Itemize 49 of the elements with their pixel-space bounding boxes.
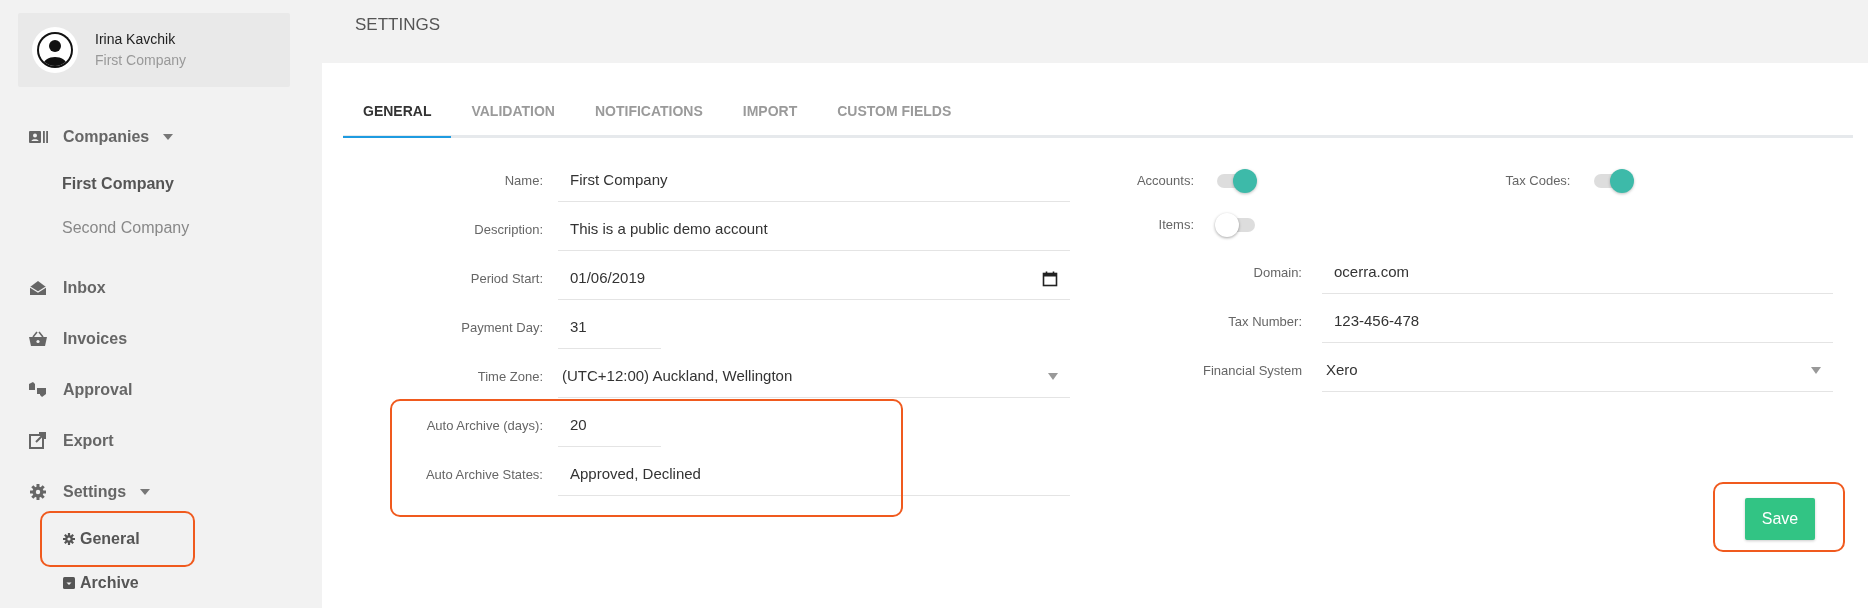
toggle-label: Items: <box>1157 216 1194 235</box>
input-field[interactable]: 01/06/2019 <box>558 258 1070 300</box>
toggle-label: Tax Codes: <box>1504 172 1571 191</box>
toggle-switch[interactable] <box>1215 213 1257 237</box>
field-label: Description: <box>473 221 544 240</box>
envelope-icon <box>28 278 48 297</box>
calendar-icon <box>1042 270 1058 287</box>
gear-icon <box>62 532 76 546</box>
sidebar-item[interactable]: Invoices <box>0 313 322 364</box>
sidebar-item[interactable]: Companies <box>0 111 322 162</box>
user-name: Irina Kavchik <box>95 30 177 49</box>
avatar-icon <box>31 26 79 74</box>
dropdown-caret-icon <box>1048 373 1058 380</box>
basket-icon <box>28 329 48 348</box>
field-label: Domain: <box>1252 264 1303 283</box>
thumbs-icon <box>28 380 48 399</box>
field-label: Auto Archive States: <box>424 466 544 485</box>
input-field[interactable]: 31 <box>558 307 661 349</box>
toggle-label: Accounts: <box>1135 172 1194 191</box>
field-label: Auto Archive (days): <box>425 417 544 436</box>
input-field[interactable]: This is a public demo account <box>558 209 1070 251</box>
external-link-icon <box>28 431 48 450</box>
field-label: Tax Number: <box>1227 313 1303 332</box>
gear-icon <box>28 482 48 501</box>
input-field[interactable]: First Company <box>558 160 1070 202</box>
sidebar-subitem[interactable]: First Company <box>62 172 174 196</box>
tab[interactable]: GENERAL <box>343 87 452 138</box>
input-field[interactable]: (UTC+12:00) Auckland, Wellington <box>558 356 1070 398</box>
sidebar-subitem[interactable]: General <box>62 527 140 551</box>
toggle-switch[interactable] <box>1215 169 1257 193</box>
field-label: Financial System <box>1202 362 1303 381</box>
field-label: Period Start: <box>469 270 544 289</box>
input-field[interactable]: Approved, Declined <box>558 454 1070 496</box>
sidebar-item[interactable]: Inbox <box>0 262 322 313</box>
field-label: Time Zone: <box>476 368 544 387</box>
dropdown-caret-icon <box>1811 367 1821 374</box>
input-field[interactable]: ocerra.com <box>1322 252 1833 294</box>
input-field[interactable]: 20 <box>558 405 661 447</box>
input-field[interactable]: Xero <box>1322 350 1833 392</box>
sidebar-subitem[interactable]: Archive <box>62 571 139 595</box>
sidebar-item[interactable]: Settings <box>0 466 322 517</box>
sidebar-item[interactable]: Export <box>0 415 322 466</box>
input-field[interactable]: 123-456-478 <box>1322 301 1833 343</box>
archive-box-icon <box>62 576 76 590</box>
field-label: Name: <box>503 172 544 191</box>
company-name: First Company <box>95 51 187 70</box>
page-title: SETTINGS <box>354 14 441 36</box>
sidebar-item[interactable]: Approval <box>0 364 322 415</box>
field-label: Payment Day: <box>460 319 544 338</box>
